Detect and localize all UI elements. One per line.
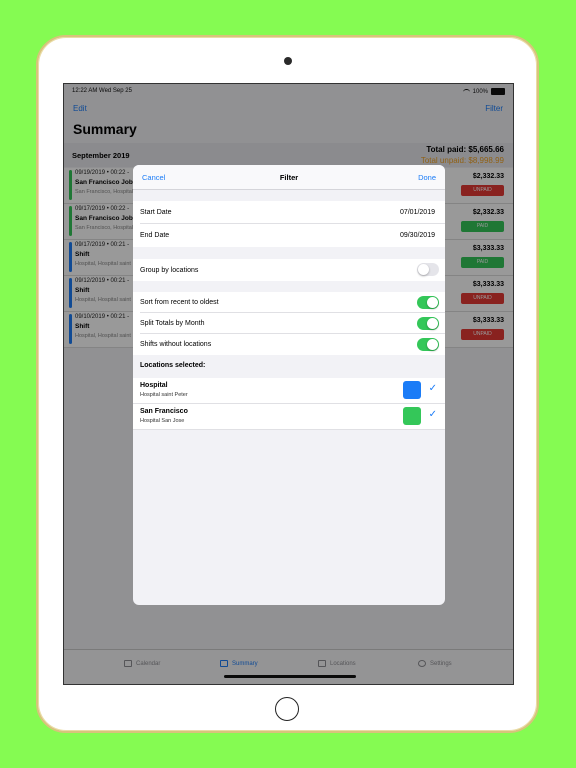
- camera-icon: [284, 57, 292, 65]
- location-item[interactable]: Hospital Hospital saint Peter ✓: [133, 378, 445, 404]
- modal-title: Filter: [279, 173, 299, 182]
- location-sub: Hospital saint Peter: [140, 392, 188, 398]
- end-date-value: 09/30/2019: [399, 232, 435, 239]
- shifts-without-locations-label: Shifts without locations: [140, 341, 212, 348]
- sort-toggle[interactable]: [417, 296, 439, 309]
- location-color-swatch: [403, 381, 421, 399]
- modal-nav-bar: Cancel Filter Done: [133, 165, 445, 190]
- sort-cell: Sort from recent to oldest: [133, 292, 445, 313]
- group-by-locations-label: Group by locations: [140, 267, 199, 274]
- filter-modal: Cancel Filter Done Start Date 07/01/2019…: [133, 165, 445, 605]
- done-button[interactable]: Done: [418, 173, 436, 182]
- shifts-without-locations-cell: Shifts without locations: [133, 334, 445, 355]
- location-color-swatch: [403, 407, 421, 425]
- checkmark-icon: ✓: [428, 409, 437, 420]
- shifts-without-locations-toggle[interactable]: [417, 338, 439, 351]
- end-date-cell[interactable]: End Date 09/30/2019: [133, 224, 445, 247]
- sort-label: Sort from recent to oldest: [140, 299, 219, 306]
- location-item[interactable]: San Francisco Hospital San Jose ✓: [133, 404, 445, 430]
- end-date-label: End Date: [140, 232, 170, 239]
- split-totals-label: Split Totals by Month: [140, 320, 205, 327]
- start-date-cell[interactable]: Start Date 07/01/2019: [133, 201, 445, 224]
- location-name: San Francisco: [140, 408, 188, 415]
- group-by-locations-toggle[interactable]: [417, 263, 439, 276]
- location-name: Hospital: [140, 382, 168, 389]
- screen: 12:22 AM Wed Sep 25 100% Edit Filter Sum…: [63, 83, 514, 685]
- split-totals-toggle[interactable]: [417, 317, 439, 330]
- location-sub: Hospital San Jose: [140, 418, 185, 424]
- group-by-locations-cell: Group by locations: [133, 259, 445, 281]
- home-button[interactable]: [275, 697, 299, 721]
- split-totals-cell: Split Totals by Month: [133, 313, 445, 334]
- start-date-label: Start Date: [140, 209, 172, 216]
- locations-header: Locations selected:: [140, 362, 206, 369]
- start-date-value: 07/01/2019: [399, 209, 435, 216]
- checkmark-icon: ✓: [428, 383, 437, 394]
